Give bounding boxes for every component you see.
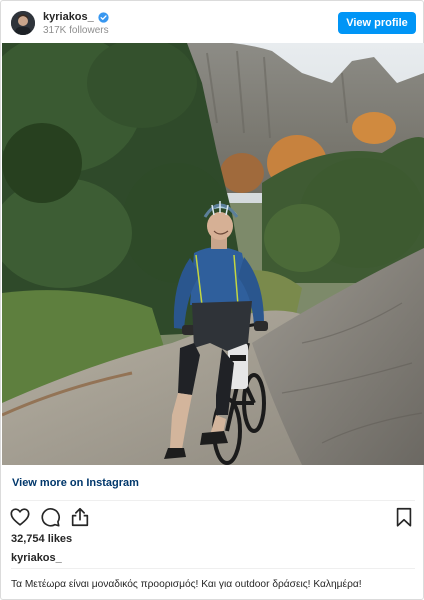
divider: [11, 568, 415, 569]
heart-icon[interactable]: [9, 506, 31, 528]
post-actions: [9, 506, 91, 528]
instagram-embed: kyriakos_ 317K followers View profile Vi…: [0, 0, 424, 600]
mountain-bike-photo: [2, 43, 424, 465]
post-header: kyriakos_ 317K followers View profile: [1, 1, 424, 43]
share-icon[interactable]: [69, 506, 91, 528]
follower-count: 317K followers: [43, 25, 109, 36]
divider: [11, 500, 415, 501]
avatar[interactable]: [11, 11, 35, 35]
username[interactable]: kyriakos_: [43, 11, 94, 23]
post-caption: Τα Μετέωρα είναι μοναδικός προορισμός! Κ…: [11, 579, 362, 590]
post-photo[interactable]: [2, 43, 424, 465]
account-handle[interactable]: kyriakos_: [43, 11, 109, 23]
comment-bubble-icon[interactable]: [39, 506, 61, 528]
caption-username[interactable]: kyriakos_: [11, 552, 62, 564]
bookmark-icon[interactable]: [393, 506, 415, 528]
verified-badge-icon: [98, 11, 109, 23]
view-profile-button[interactable]: View profile: [338, 12, 416, 34]
like-count[interactable]: 32,754 likes: [11, 533, 72, 545]
view-more-on-instagram-link[interactable]: View more on Instagram: [12, 477, 139, 489]
